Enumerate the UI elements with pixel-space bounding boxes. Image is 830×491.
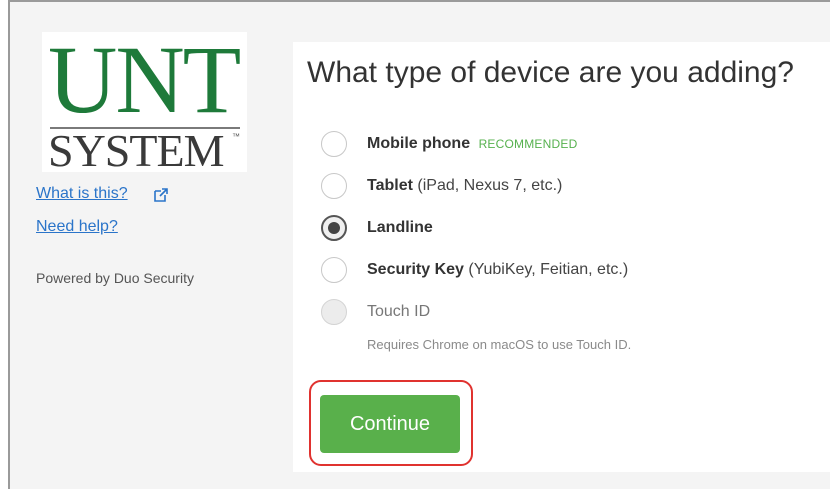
option-mobile-phone[interactable]: Mobile phone RECOMMENDED <box>321 131 821 159</box>
recommended-badge: RECOMMENDED <box>478 137 578 151</box>
what-is-this-link[interactable]: What is this? <box>36 185 128 203</box>
page-title: What type of device are you adding? <box>307 56 794 89</box>
continue-button[interactable]: Continue <box>320 395 460 453</box>
option-detail: (iPad, Nexus 7, etc.) <box>417 177 563 194</box>
radio-tablet[interactable] <box>321 173 347 199</box>
option-landline[interactable]: Landline <box>321 215 821 243</box>
option-label: Tablet <box>367 177 413 194</box>
need-help-link[interactable]: Need help? <box>36 218 118 236</box>
powered-by-text: Powered by Duo Security <box>36 270 194 286</box>
option-touch-id: Touch ID <box>321 299 821 327</box>
option-label: Security Key <box>367 261 464 278</box>
option-security-key[interactable]: Security Key (YubiKey, Feitian, etc.) <box>321 257 821 285</box>
duo-frame: UNT SYSTEM ™ What is this? Need help? Po… <box>8 0 830 489</box>
logo-system-text: SYSTEM <box>48 125 224 176</box>
option-tablet[interactable]: Tablet (iPad, Nexus 7, etc.) <box>321 173 821 201</box>
unt-system-logo: UNT SYSTEM ™ <box>42 26 247 176</box>
option-label: Mobile phone <box>367 135 471 152</box>
radio-touch-id <box>321 299 347 325</box>
radio-security-key[interactable] <box>321 257 347 283</box>
option-label: Touch ID <box>367 303 431 320</box>
option-detail: (YubiKey, Feitian, etc.) <box>468 261 629 278</box>
logo-trademark: ™ <box>232 132 240 141</box>
radio-mobile-phone[interactable] <box>321 131 347 157</box>
option-label: Landline <box>367 219 433 236</box>
device-type-panel: What type of device are you adding? Mobi… <box>293 42 830 472</box>
external-link-icon[interactable] <box>154 188 168 202</box>
sidebar: UNT SYSTEM ™ What is this? Need help? Po… <box>10 2 290 491</box>
logo-unt-text: UNT <box>48 26 241 133</box>
radio-landline[interactable] <box>321 215 347 241</box>
touch-id-note: Requires Chrome on macOS to use Touch ID… <box>367 337 632 352</box>
